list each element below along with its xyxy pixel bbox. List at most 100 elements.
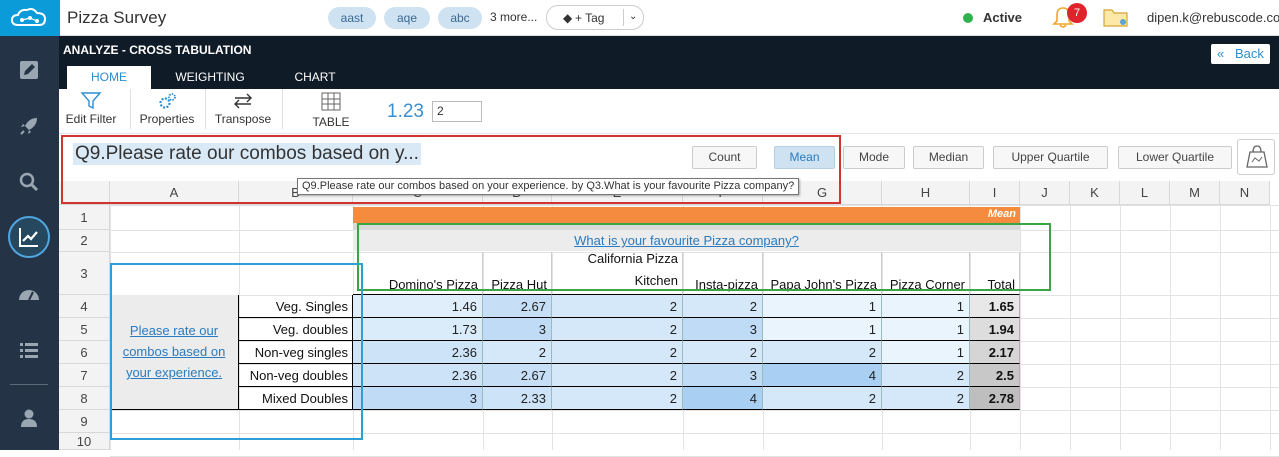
table-cell[interactable]: 1	[882, 295, 970, 318]
left-nav	[0, 36, 59, 450]
divider	[282, 89, 283, 129]
table-total-cell[interactable]: 2.78	[970, 387, 1020, 410]
table-cell[interactable]: 2	[552, 341, 683, 364]
table-cell[interactable]: 2	[763, 387, 882, 410]
row-header[interactable]: 3	[59, 252, 110, 295]
grid-line	[1220, 205, 1221, 450]
more-tags-link[interactable]: 3 more...	[490, 10, 537, 24]
divider	[205, 89, 206, 129]
filter-icon	[80, 92, 102, 110]
status-label: Active	[983, 10, 1023, 25]
table-cell[interactable]: 2.36	[353, 364, 483, 387]
table-cell[interactable]: 1	[882, 341, 970, 364]
export-button[interactable]	[1237, 139, 1275, 175]
table-cell[interactable]: 2	[552, 364, 683, 387]
tab-weighting[interactable]: WEIGHTING	[165, 66, 255, 89]
table-cell[interactable]: 4	[683, 387, 763, 410]
table-cell[interactable]: 2	[552, 318, 683, 341]
column-header[interactable]: J	[1020, 181, 1070, 205]
edit-icon[interactable]	[17, 58, 41, 82]
table-cell[interactable]: 3	[483, 318, 552, 341]
row-header[interactable]: 1	[59, 205, 110, 230]
table-cell[interactable]: 2	[552, 387, 683, 410]
column-header[interactable]: H	[882, 181, 970, 205]
tag-pill[interactable]: aast	[328, 7, 376, 29]
table-cell[interactable]: 3	[683, 364, 763, 387]
stat-mode-button[interactable]: Mode	[843, 146, 905, 169]
edit-filter-button[interactable]: Edit Filter	[59, 89, 123, 134]
list-icon[interactable]	[17, 338, 41, 362]
table-cell[interactable]: 4	[763, 364, 882, 387]
table-cell[interactable]: 2.36	[353, 341, 483, 364]
search-icon[interactable]	[17, 170, 41, 194]
row-header[interactable]: 10	[59, 433, 110, 450]
divider	[130, 89, 131, 129]
stat-upper-quartile-button[interactable]: Upper Quartile	[993, 146, 1108, 169]
grid-line	[1070, 205, 1071, 450]
app-logo[interactable]	[0, 0, 60, 36]
tab-chart[interactable]: CHART	[280, 66, 350, 89]
table-cell[interactable]: 2.67	[483, 364, 552, 387]
table-total-cell[interactable]: 2.17	[970, 341, 1020, 364]
nav-analyze-active[interactable]	[8, 216, 50, 258]
folder-icon[interactable]	[1103, 6, 1129, 28]
annotation-box-blue	[110, 263, 363, 440]
table-cell[interactable]: 2	[882, 387, 970, 410]
table-cell[interactable]: 2	[552, 295, 683, 318]
add-tag-button[interactable]: ◆ + Tag ⌄	[546, 5, 644, 30]
tag-pill[interactable]: aqe	[384, 7, 430, 29]
tag-pill[interactable]: abc	[438, 7, 482, 29]
table-button[interactable]: TABLE	[296, 89, 366, 134]
rocket-icon[interactable]	[17, 114, 41, 138]
column-header[interactable]: N	[1220, 181, 1270, 205]
row-header[interactable]: 4	[59, 295, 110, 318]
table-cell[interactable]: 2	[483, 341, 552, 364]
table-total-cell[interactable]: 2.5	[970, 364, 1020, 387]
table-cell[interactable]: 3	[353, 387, 483, 410]
column-header[interactable]: K	[1070, 181, 1120, 205]
properties-button[interactable]: Properties	[134, 89, 200, 134]
dashboard-icon[interactable]	[17, 282, 41, 306]
column-header[interactable]: I	[970, 181, 1020, 205]
grid-line	[1120, 205, 1121, 450]
table-cell[interactable]: 1	[882, 318, 970, 341]
double-chevron-left-icon: «	[1217, 46, 1225, 61]
table-cell[interactable]: 1	[763, 295, 882, 318]
app-title: Pizza Survey	[67, 8, 167, 27]
notification-badge: 7	[1067, 3, 1087, 23]
table-cell[interactable]: 3	[683, 318, 763, 341]
tab-home[interactable]: HOME	[67, 66, 151, 89]
grid-line	[1270, 205, 1271, 450]
back-button[interactable]: « Back	[1211, 44, 1270, 64]
transpose-button[interactable]: Transpose	[209, 89, 277, 134]
user-icon[interactable]	[17, 406, 41, 430]
table-cell[interactable]: 2	[763, 341, 882, 364]
table-cell[interactable]: 2	[683, 295, 763, 318]
stat-median-button[interactable]: Median	[913, 146, 984, 169]
column-header[interactable]: M	[1170, 181, 1220, 205]
table-cell[interactable]: 2	[683, 341, 763, 364]
table-cell[interactable]: 2.67	[483, 295, 552, 318]
row-header[interactable]: 6	[59, 341, 110, 364]
row-header[interactable]: 2	[59, 230, 110, 252]
table-cell[interactable]: 2.33	[483, 387, 552, 410]
divider	[623, 9, 624, 26]
table-total-cell[interactable]: 1.65	[970, 295, 1020, 318]
column-header[interactable]: L	[1120, 181, 1170, 205]
chevron-down-icon[interactable]: ⌄	[629, 11, 637, 22]
row-header[interactable]: 9	[59, 410, 110, 433]
grid-line	[110, 205, 1279, 206]
table-cell[interactable]: 1.46	[353, 295, 483, 318]
user-email[interactable]: dipen.k@rebuscode.com	[1147, 10, 1279, 25]
decimals-label: 1.23	[387, 101, 424, 122]
stat-lower-quartile-button[interactable]: Lower Quartile	[1118, 146, 1232, 169]
decimals-input[interactable]: 2	[432, 101, 482, 122]
table-cell[interactable]: 2	[882, 364, 970, 387]
table-cell[interactable]: 1	[763, 318, 882, 341]
row-header[interactable]: 8	[59, 387, 110, 410]
table-cell[interactable]: 1.73	[353, 318, 483, 341]
table-total-cell[interactable]: 1.94	[970, 318, 1020, 341]
row-header[interactable]: 5	[59, 318, 110, 341]
annotation-box-red	[61, 135, 841, 204]
row-header[interactable]: 7	[59, 364, 110, 387]
